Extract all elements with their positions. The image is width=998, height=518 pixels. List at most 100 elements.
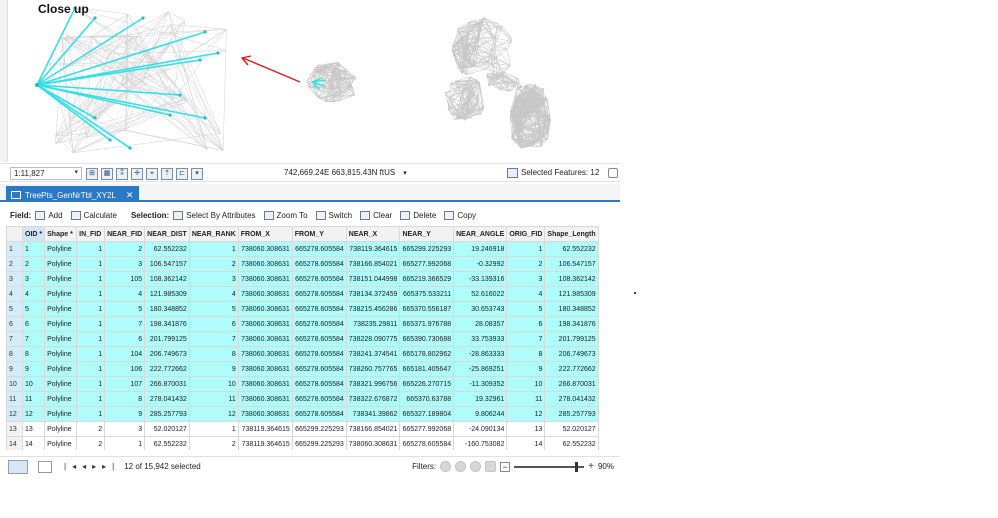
show-all-records-button[interactable] bbox=[8, 459, 28, 474]
cell-from-y[interactable]: 665278.605584 bbox=[291, 256, 347, 272]
cell-near-fid[interactable]: 107 bbox=[104, 376, 146, 392]
row-number-header[interactable] bbox=[6, 226, 23, 242]
cell-from-x[interactable]: 738060.308631 bbox=[237, 241, 293, 257]
cell-near-y[interactable]: 665219.366529 bbox=[399, 271, 455, 287]
cell-near-x[interactable]: 738235.29811 bbox=[345, 316, 401, 332]
cell-orig-fid[interactable]: 1 bbox=[506, 241, 546, 257]
cell-shape-length[interactable]: 285.257793 bbox=[544, 406, 599, 422]
cell-shape-length[interactable]: 206.749673 bbox=[544, 346, 599, 362]
column-header-near_dist[interactable]: NEAR_DIST bbox=[144, 226, 190, 242]
table-row[interactable]: 10 10 Polyline 1 107 266.870031 10 738060.30863… bbox=[6, 376, 599, 392]
cell-near-angle[interactable]: 19.32961 bbox=[453, 391, 508, 407]
cell-shape-length[interactable]: 222.772662 bbox=[544, 361, 599, 377]
cell-oid[interactable]: 10 bbox=[21, 376, 46, 392]
clear-button[interactable]: Clear bbox=[360, 210, 392, 220]
cell-orig-fid[interactable]: 7 bbox=[506, 331, 546, 347]
row-number[interactable]: 9 bbox=[6, 361, 23, 377]
row-number[interactable]: 12 bbox=[6, 406, 23, 422]
cell-near-y[interactable]: 665370.556187 bbox=[399, 301, 455, 317]
cell-shape-length[interactable]: 198.341876 bbox=[544, 316, 599, 332]
cell-shape[interactable]: Polyline bbox=[44, 346, 78, 362]
calculate-button[interactable]: Calculate bbox=[70, 210, 117, 220]
table-row[interactable]: 3 3 Polyline 1 105 108.362142 3 738060.308631 66… bbox=[6, 271, 599, 287]
pause-draw-icon[interactable]: ⊏ bbox=[176, 167, 188, 180]
cell-near-x[interactable]: 738166.854021 bbox=[345, 421, 401, 437]
cell-shape-length[interactable]: 201.799125 bbox=[544, 331, 599, 347]
cell-near-fid[interactable]: 2 bbox=[104, 241, 146, 257]
cell-near-y[interactable]: 665299.225293 bbox=[399, 241, 455, 257]
cell-near-dist[interactable]: 285.257793 bbox=[144, 406, 190, 422]
cell-near-angle[interactable]: -0.32992 bbox=[453, 256, 508, 272]
cell-shape[interactable]: Polyline bbox=[44, 391, 78, 407]
dropdown-icon[interactable]: ▾ bbox=[191, 167, 203, 180]
constraint-icon[interactable]: ⌖ bbox=[146, 167, 158, 180]
cell-shape[interactable]: Polyline bbox=[44, 436, 78, 450]
cell-from-y[interactable]: 665278.605584 bbox=[291, 406, 347, 422]
cell-from-y[interactable]: 665278.605584 bbox=[291, 346, 347, 362]
cell-near-rank[interactable]: 2 bbox=[188, 436, 239, 450]
table-row[interactable]: 5 5 Polyline 1 5 180.348852 5 738060.308631 6652… bbox=[6, 301, 599, 317]
cell-near-dist[interactable]: 198.341876 bbox=[144, 316, 190, 332]
cell-near-dist[interactable]: 121.985309 bbox=[144, 286, 190, 302]
previous-record-icon[interactable]: ◂ bbox=[82, 462, 92, 471]
add-field-button[interactable]: Add bbox=[35, 210, 63, 220]
cell-shape[interactable]: Polyline bbox=[44, 286, 78, 302]
cell-near-fid[interactable]: 4 bbox=[104, 286, 146, 302]
cell-shape[interactable]: Polyline bbox=[44, 421, 78, 437]
row-number[interactable]: 10 bbox=[6, 376, 23, 392]
grid-icon[interactable]: ⊞ bbox=[86, 167, 98, 180]
cell-shape[interactable]: Polyline bbox=[44, 331, 78, 347]
cell-near-y[interactable]: 665277.992068 bbox=[399, 421, 455, 437]
cell-orig-fid[interactable]: 14 bbox=[506, 436, 546, 450]
cell-near-fid[interactable]: 105 bbox=[104, 271, 146, 287]
cell-near-angle[interactable]: -24.090134 bbox=[453, 421, 508, 437]
table-row[interactable]: 9 9 Polyline 1 106 222.772662 9 738060.308631 66… bbox=[6, 361, 599, 377]
cell-near-fid[interactable]: 7 bbox=[104, 316, 146, 332]
cell-near-y[interactable]: 665181.405647 bbox=[399, 361, 455, 377]
cell-from-y[interactable]: 665278.605584 bbox=[291, 391, 347, 407]
cell-near-angle[interactable]: -11.309352 bbox=[453, 376, 508, 392]
cell-near-dist[interactable]: 62.552232 bbox=[144, 241, 190, 257]
cell-near-rank[interactable]: 8 bbox=[188, 346, 239, 362]
cell-near-rank[interactable]: 9 bbox=[188, 361, 239, 377]
table-row[interactable]: 14 14 Polyline 2 1 62.552232 2 738119.364615 665… bbox=[6, 436, 599, 450]
cell-near-y[interactable]: 665226.270715 bbox=[399, 376, 455, 392]
cell-near-rank[interactable]: 11 bbox=[188, 391, 239, 407]
filter-time-icon[interactable] bbox=[455, 461, 467, 472]
table-row[interactable]: 11 11 Polyline 1 8 278.041432 11 738060.308631 6… bbox=[6, 391, 599, 407]
zoom-slider-thumb[interactable] bbox=[575, 461, 579, 472]
cell-in-fid[interactable]: 1 bbox=[76, 406, 106, 422]
cell-in-fid[interactable]: 1 bbox=[76, 271, 106, 287]
cell-in-fid[interactable]: 1 bbox=[76, 361, 106, 377]
cell-near-fid[interactable]: 3 bbox=[104, 421, 146, 437]
cell-from-y[interactable]: 665299.225293 bbox=[291, 436, 347, 450]
cell-oid[interactable]: 5 bbox=[21, 301, 46, 317]
row-number[interactable]: 1 bbox=[6, 241, 23, 257]
cell-from-x[interactable]: 738060.308631 bbox=[237, 406, 293, 422]
cell-in-fid[interactable]: 1 bbox=[76, 391, 106, 407]
cell-near-dist[interactable]: 222.772662 bbox=[144, 361, 190, 377]
cell-orig-fid[interactable]: 13 bbox=[506, 421, 546, 437]
cell-from-y[interactable]: 665278.605584 bbox=[291, 376, 347, 392]
cell-near-dist[interactable]: 106.547157 bbox=[144, 256, 190, 272]
cell-in-fid[interactable]: 2 bbox=[76, 421, 106, 437]
table-row[interactable]: 1 1 Polyline 1 2 62.552232 1 738060.308631 66527… bbox=[6, 241, 599, 257]
cell-near-rank[interactable]: 3 bbox=[188, 271, 239, 287]
table-icon[interactable]: ▦ bbox=[101, 167, 113, 180]
cell-near-rank[interactable]: 1 bbox=[188, 241, 239, 257]
column-header-in_fid[interactable]: IN_FID bbox=[76, 226, 106, 242]
cell-in-fid[interactable]: 1 bbox=[76, 241, 106, 257]
cell-near-y[interactable]: 665178.802962 bbox=[399, 346, 455, 362]
delete-button[interactable]: Delete bbox=[400, 210, 436, 220]
selected-features[interactable]: Selected Features: 12 bbox=[507, 167, 599, 179]
cell-from-y[interactable]: 665299.225293 bbox=[291, 421, 347, 437]
cell-near-x[interactable]: 738260.757765 bbox=[345, 361, 401, 377]
cell-shape[interactable]: Polyline bbox=[44, 256, 78, 272]
cell-from-x[interactable]: 738119.364615 bbox=[237, 436, 293, 450]
cell-near-dist[interactable]: 206.749673 bbox=[144, 346, 190, 362]
cell-near-angle[interactable]: 52.616022 bbox=[453, 286, 508, 302]
cell-orig-fid[interactable]: 9 bbox=[506, 361, 546, 377]
cell-near-rank[interactable]: 12 bbox=[188, 406, 239, 422]
cell-orig-fid[interactable]: 2 bbox=[506, 256, 546, 272]
row-number[interactable]: 14 bbox=[6, 436, 23, 450]
